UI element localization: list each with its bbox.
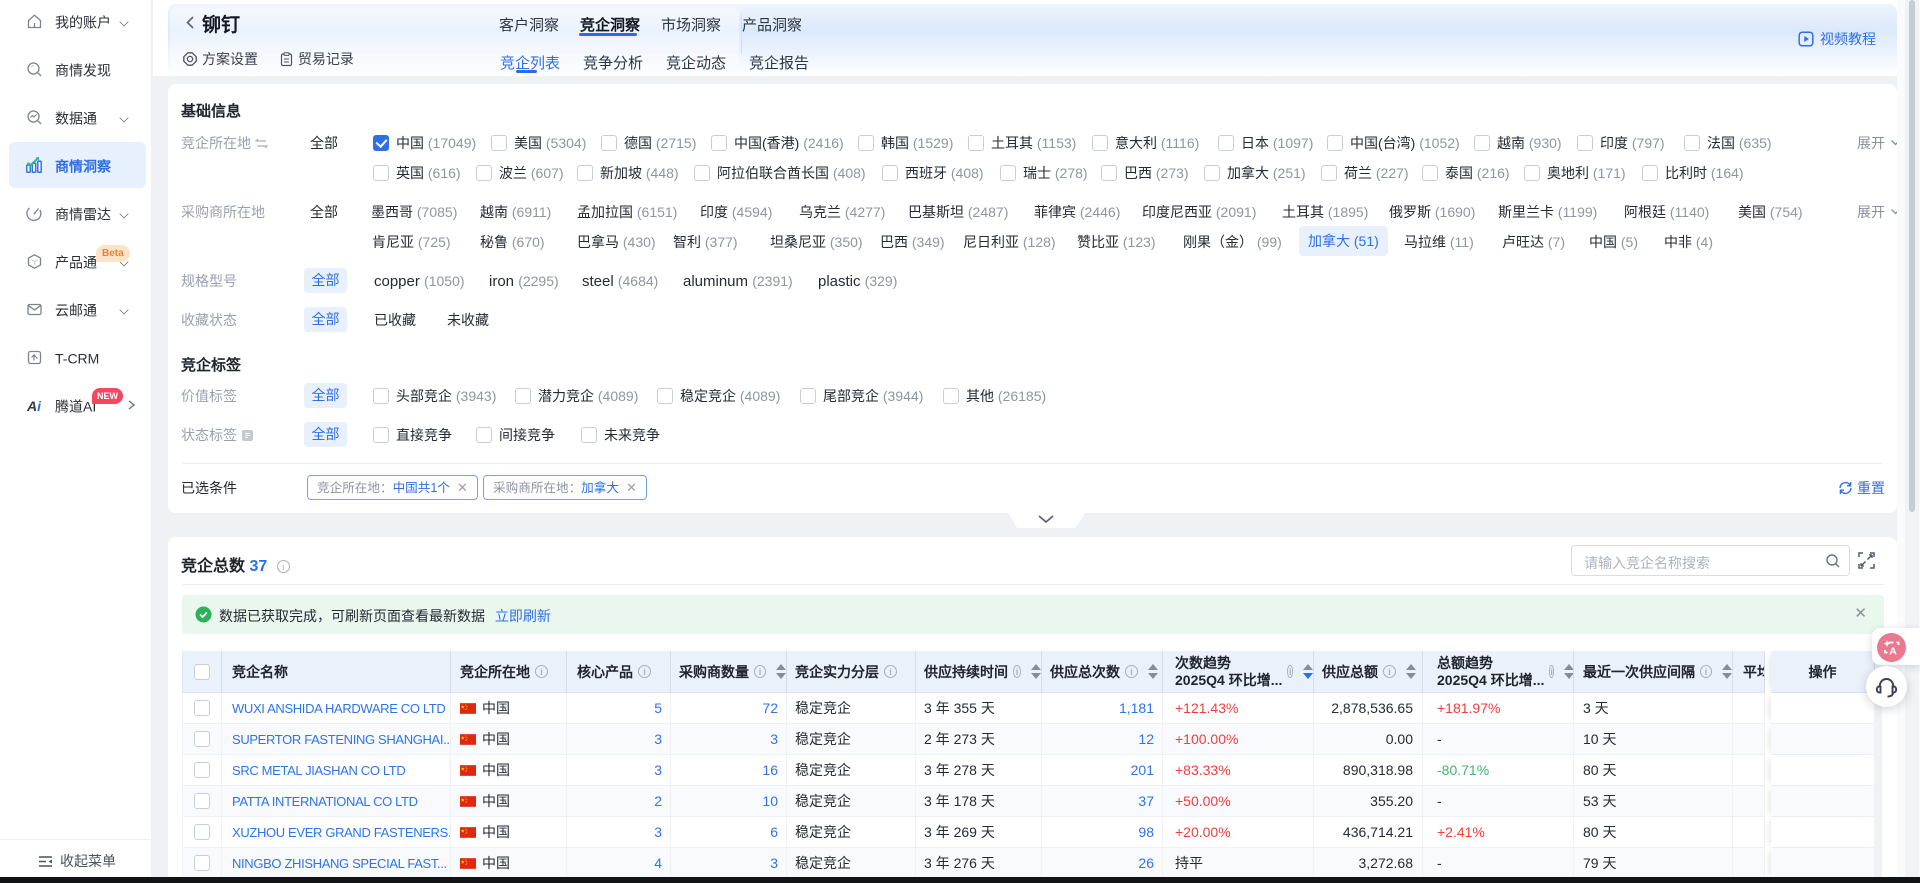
svg-text:A: A (1889, 646, 1897, 658)
